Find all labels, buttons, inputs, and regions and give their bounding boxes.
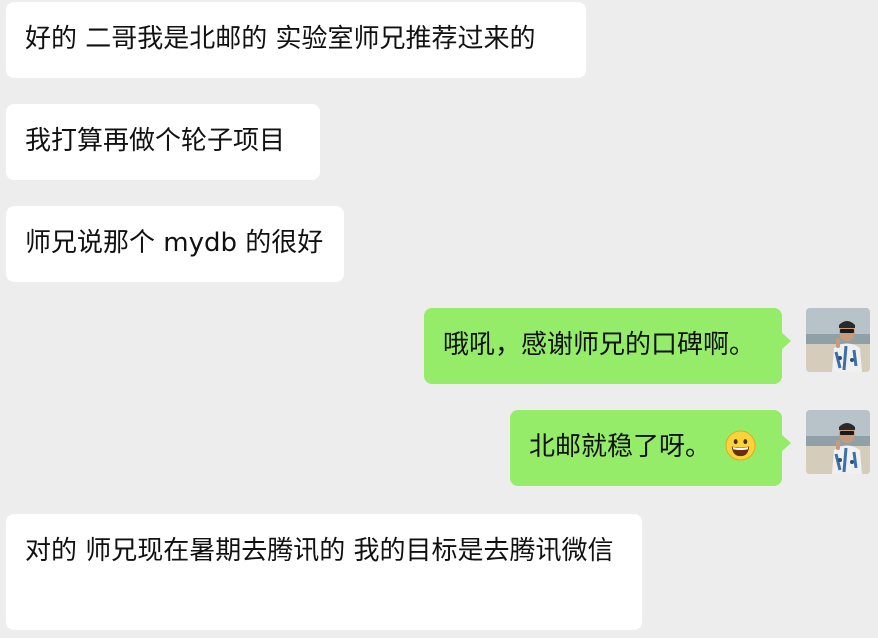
user-avatar-photo-icon [806,410,870,474]
message-bubble-incoming[interactable]: 师兄说那个 mydb 的很好 [6,206,344,282]
message-bubble-incoming[interactable]: 对的 师兄现在暑期去腾讯的 我的目标是去腾讯微信 [6,514,642,630]
user-avatar[interactable] [806,410,870,474]
user-avatar-photo-icon [806,308,870,372]
message-text: 北邮就稳了呀。 [529,432,712,462]
message-bubble-incoming[interactable]: 我打算再做个轮子项目 [6,104,320,180]
user-avatar[interactable] [806,308,870,372]
grinning-face-emoji-icon [725,430,756,461]
message-bubble-outgoing[interactable]: 哦吼，感谢师兄的口碑啊。 [424,308,791,384]
message-bubble-outgoing[interactable]: 北邮就稳了呀。 [510,410,791,486]
chat-message-list[interactable]: 好的 二哥我是北邮的 实验室师兄推荐过来的 我打算再做个轮子项目 师兄说那个 m… [0,0,878,638]
message-bubble-incoming[interactable]: 好的 二哥我是北邮的 实验室师兄推荐过来的 [6,2,586,78]
